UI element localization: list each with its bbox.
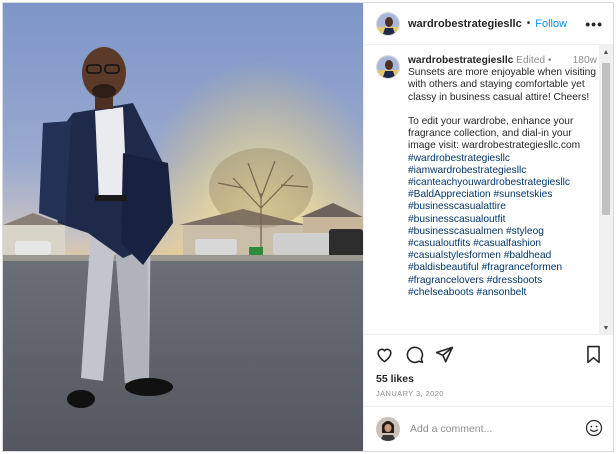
heart-icon[interactable] [374, 344, 394, 364]
caption-author-avatar[interactable] [376, 55, 400, 79]
share-icon[interactable] [434, 344, 454, 364]
scroll-down-arrow-icon[interactable]: ▼ [599, 321, 613, 334]
follow-button[interactable]: Follow [535, 18, 567, 30]
post-photo[interactable] [3, 3, 363, 451]
comments-scrollbar[interactable]: ▲ ▼ [599, 45, 613, 334]
comments-area[interactable]: wardrobestrategiesllc Edited • 180w Suns… [364, 45, 613, 335]
hashtag-line[interactable]: #casualstylesformen #baldhead [408, 250, 597, 262]
likes-count[interactable]: 55 likes [364, 373, 613, 387]
caption-body: wardrobestrategiesllc Edited • 180w Suns… [408, 55, 597, 299]
hashtag-line[interactable]: #businesscasualoutfit [408, 214, 597, 226]
hashtag-line[interactable]: #baldisbeautiful #fragranceformen [408, 262, 597, 274]
caption-header: wardrobestrategiesllc Edited • 180w [408, 55, 597, 67]
action-bar [364, 335, 613, 373]
caption: wardrobestrategiesllc Edited • 180w Suns… [364, 45, 613, 299]
photo-scene [3, 3, 363, 451]
comment-icon[interactable] [404, 344, 424, 364]
emoji-icon[interactable] [585, 419, 603, 440]
comment-input[interactable]: Add a comment... [410, 423, 492, 435]
current-user-avatar [376, 417, 400, 441]
separator-dot: • [526, 18, 531, 29]
bookmark-icon[interactable] [583, 344, 603, 364]
author-avatar[interactable] [376, 11, 400, 36]
scrollbar-thumb[interactable] [602, 63, 610, 215]
hashtag-line[interactable]: #iamwardrobestrategiesllc [408, 165, 597, 177]
caption-username[interactable]: wardrobestrategiesllc [408, 55, 513, 66]
hashtag-line[interactable]: #fragrancelovers #dressboots [408, 275, 597, 287]
hashtag-line[interactable]: #businesscasualmen #styleog [408, 226, 597, 238]
instagram-post: wardrobestrategiesllc • Follow ••• wardr [2, 2, 614, 452]
post-header: wardrobestrategiesllc • Follow ••• [364, 3, 613, 45]
hashtag-line[interactable]: #casualoutfits #casualfashion [408, 238, 597, 250]
post-side-panel: wardrobestrategiesllc • Follow ••• wardr [363, 3, 613, 451]
hashtag-line[interactable]: #BaldAppreciation #sunsetskies [408, 189, 597, 201]
hashtag-line[interactable]: #icanteachyouwardrobestrategiesllc [408, 177, 597, 189]
hashtag-line[interactable]: #businesscasualattire [408, 201, 597, 213]
scroll-up-arrow-icon[interactable]: ▲ [599, 45, 613, 59]
author-username[interactable]: wardrobestrategiesllc [408, 18, 522, 30]
more-options-button[interactable]: ••• [585, 16, 603, 32]
hashtag-line[interactable]: #chelseaboots #ansonbelt [408, 287, 597, 299]
caption-text: Sunsets are more enjoyable when visiting… [408, 67, 597, 152]
edited-label: Edited [516, 55, 546, 66]
add-comment-bar: Add a comment... [364, 407, 613, 451]
post-date[interactable]: JANUARY 3, 2020 [364, 387, 613, 407]
hashtag-line[interactable]: #wardrobestrategiesllc [408, 153, 597, 165]
hashtag-list: #wardrobestrategiesllc #iamwardrobestrat… [408, 153, 597, 299]
post-time[interactable]: 180w [573, 55, 597, 67]
caption-separator: • [547, 55, 552, 66]
